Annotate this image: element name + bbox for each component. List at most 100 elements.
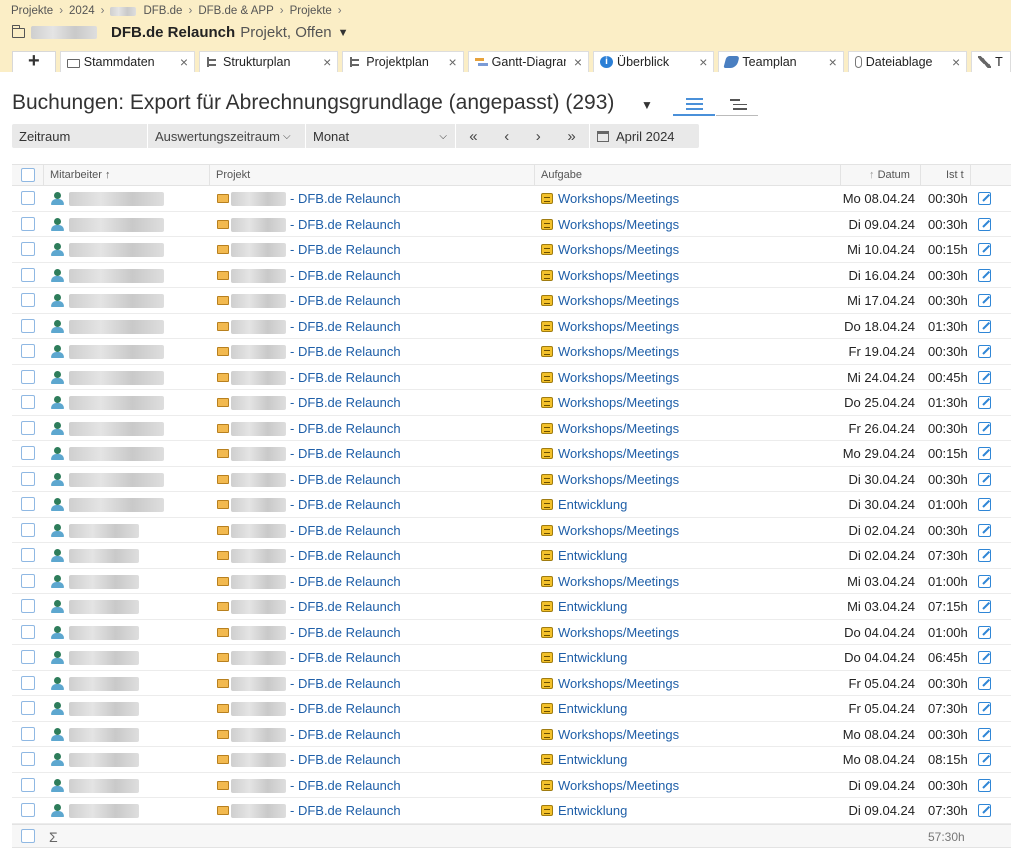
- tab-ueberblick[interactable]: i Überblick ×: [593, 51, 715, 72]
- table-row[interactable]: - DFB.de Relaunch Workshops/Meetings Mo 08…: [12, 722, 1011, 747]
- task-link[interactable]: Entwicklung: [558, 497, 627, 512]
- row-checkbox[interactable]: [21, 573, 35, 588]
- table-row[interactable]: - DFB.de Relaunch Workshops/Meetings Di 02…: [12, 518, 1011, 543]
- table-row[interactable]: - DFB.de Relaunch Workshops/Meetings Mo 29…: [12, 441, 1011, 467]
- table-row[interactable]: - DFB.de Relaunch Workshops/Meetings Mi 10…: [12, 237, 1011, 263]
- table-row[interactable]: - DFB.de Relaunch Workshops/Meetings Di 09…: [12, 212, 1011, 237]
- table-row[interactable]: - DFB.de Relaunch Workshops/Meetings Di 30…: [12, 467, 1011, 492]
- edit-icon[interactable]: [978, 549, 991, 562]
- edit-icon[interactable]: [978, 319, 991, 333]
- column-header-ist[interactable]: Ist t: [946, 165, 964, 186]
- project-link[interactable]: - DFB.de Relaunch: [290, 625, 401, 640]
- row-checkbox[interactable]: [21, 522, 35, 537]
- project-link[interactable]: - DFB.de Relaunch: [290, 803, 401, 818]
- edit-icon[interactable]: [978, 370, 991, 384]
- table-row[interactable]: - DFB.de Relaunch Workshops/Meetings Di 16…: [12, 263, 1011, 288]
- tab-strukturplan[interactable]: Strukturplan ×: [199, 51, 339, 72]
- row-checkbox[interactable]: [21, 675, 35, 690]
- table-row[interactable]: - DFB.de Relaunch Entwicklung Fr 05.04.24 0…: [12, 696, 1011, 722]
- table-row[interactable]: - DFB.de Relaunch Workshops/Meetings Fr 19…: [12, 339, 1011, 365]
- project-link[interactable]: - DFB.de Relaunch: [290, 778, 401, 793]
- row-checkbox[interactable]: [21, 726, 35, 741]
- table-row[interactable]: - DFB.de Relaunch Entwicklung Mo 08.04.24 0…: [12, 747, 1011, 773]
- project-link[interactable]: - DFB.de Relaunch: [290, 421, 401, 436]
- edit-icon[interactable]: [978, 574, 991, 588]
- edit-icon[interactable]: [978, 523, 991, 537]
- task-link[interactable]: Entwicklung: [558, 650, 627, 665]
- task-link[interactable]: Workshops/Meetings: [558, 523, 679, 538]
- task-link[interactable]: Workshops/Meetings: [558, 293, 679, 308]
- project-link[interactable]: - DFB.de Relaunch: [290, 370, 401, 385]
- close-icon[interactable]: ×: [180, 54, 188, 70]
- tab-teamplan[interactable]: Teamplan ×: [718, 51, 844, 72]
- row-checkbox[interactable]: [21, 293, 35, 307]
- edit-icon[interactable]: [978, 625, 991, 639]
- close-icon[interactable]: ×: [448, 54, 456, 70]
- breadcrumb-item-year[interactable]: 2024: [69, 5, 95, 17]
- table-row[interactable]: - DFB.de Relaunch Entwicklung Mi 03.04.24 0…: [12, 594, 1011, 620]
- edit-icon[interactable]: [978, 396, 991, 409]
- table-row[interactable]: - DFB.de Relaunch Workshops/Meetings Mi 03…: [12, 569, 1011, 594]
- row-checkbox[interactable]: [21, 803, 35, 817]
- column-header-mitarbeiter[interactable]: Mitarbeiter ↑: [50, 165, 111, 186]
- task-link[interactable]: Workshops/Meetings: [558, 472, 679, 487]
- row-checkbox[interactable]: [21, 216, 35, 231]
- row-checkbox[interactable]: [21, 548, 35, 562]
- table-row[interactable]: - DFB.de Relaunch Workshops/Meetings Fr 26…: [12, 416, 1011, 441]
- project-link[interactable]: - DFB.de Relaunch: [290, 752, 401, 767]
- row-checkbox[interactable]: [21, 471, 35, 486]
- project-link[interactable]: - DFB.de Relaunch: [290, 497, 401, 512]
- row-checkbox[interactable]: [21, 242, 35, 256]
- task-link[interactable]: Workshops/Meetings: [558, 625, 679, 640]
- task-link[interactable]: Entwicklung: [558, 701, 627, 716]
- project-title-bar[interactable]: DFB.de Relaunch Projekt, Offen ▼: [11, 24, 349, 41]
- edit-icon[interactable]: [978, 217, 991, 231]
- row-checkbox[interactable]: [21, 318, 35, 333]
- task-link[interactable]: Entwicklung: [558, 752, 627, 767]
- table-row[interactable]: - DFB.de Relaunch Entwicklung Di 30.04.24 0…: [12, 492, 1011, 518]
- task-link[interactable]: Workshops/Meetings: [558, 446, 679, 461]
- chevron-down-icon[interactable]: ▼: [338, 27, 349, 39]
- project-link[interactable]: - DFB.de Relaunch: [290, 319, 401, 334]
- row-checkbox[interactable]: [21, 777, 35, 792]
- edit-icon[interactable]: [978, 192, 991, 205]
- task-link[interactable]: Workshops/Meetings: [558, 395, 679, 410]
- task-link[interactable]: Workshops/Meetings: [558, 727, 679, 742]
- project-link[interactable]: - DFB.de Relaunch: [290, 548, 401, 563]
- tab-dateiablage[interactable]: Dateiablage ×: [847, 51, 968, 72]
- list-view-button[interactable]: [673, 94, 715, 116]
- task-link[interactable]: Workshops/Meetings: [558, 421, 679, 436]
- table-row[interactable]: - DFB.de Relaunch Entwicklung Do 04.04.24 0…: [12, 645, 1011, 671]
- column-header-projekt[interactable]: Projekt: [216, 165, 250, 186]
- table-row[interactable]: - DFB.de Relaunch Entwicklung Di 02.04.24 0…: [12, 543, 1011, 569]
- row-checkbox[interactable]: [21, 344, 35, 358]
- add-tab-button[interactable]: +: [12, 51, 56, 72]
- table-row[interactable]: - DFB.de Relaunch Workshops/Meetings Do 18…: [12, 314, 1011, 339]
- project-link[interactable]: - DFB.de Relaunch: [290, 242, 401, 257]
- sum-row-checkbox[interactable]: [21, 828, 35, 843]
- task-link[interactable]: Entwicklung: [558, 803, 627, 818]
- edit-icon[interactable]: [978, 498, 991, 511]
- task-link[interactable]: Workshops/Meetings: [558, 574, 679, 589]
- close-icon[interactable]: ×: [323, 54, 331, 70]
- tree-view-button[interactable]: [716, 94, 758, 116]
- project-link[interactable]: - DFB.de Relaunch: [290, 650, 401, 665]
- close-icon[interactable]: ×: [574, 54, 582, 70]
- table-row[interactable]: - DFB.de Relaunch Workshops/Meetings Di 09…: [12, 773, 1011, 798]
- edit-icon[interactable]: [978, 727, 991, 741]
- project-link[interactable]: - DFB.de Relaunch: [290, 191, 401, 206]
- table-row[interactable]: - DFB.de Relaunch Entwicklung Di 09.04.24 0…: [12, 798, 1011, 824]
- row-checkbox[interactable]: [21, 497, 35, 511]
- tab-overflow[interactable]: T: [971, 51, 1011, 72]
- task-link[interactable]: Workshops/Meetings: [558, 778, 679, 793]
- table-row[interactable]: - DFB.de Relaunch Workshops/Meetings Mi 17…: [12, 288, 1011, 314]
- tab-stammdaten[interactable]: Stammdaten ×: [59, 51, 196, 72]
- row-checkbox[interactable]: [21, 267, 35, 282]
- row-checkbox[interactable]: [21, 446, 35, 460]
- edit-icon[interactable]: [978, 447, 991, 460]
- edit-icon[interactable]: [978, 294, 991, 307]
- project-link[interactable]: - DFB.de Relaunch: [290, 472, 401, 487]
- project-link[interactable]: - DFB.de Relaunch: [290, 268, 401, 283]
- row-checkbox[interactable]: [21, 650, 35, 664]
- row-checkbox[interactable]: [21, 701, 35, 715]
